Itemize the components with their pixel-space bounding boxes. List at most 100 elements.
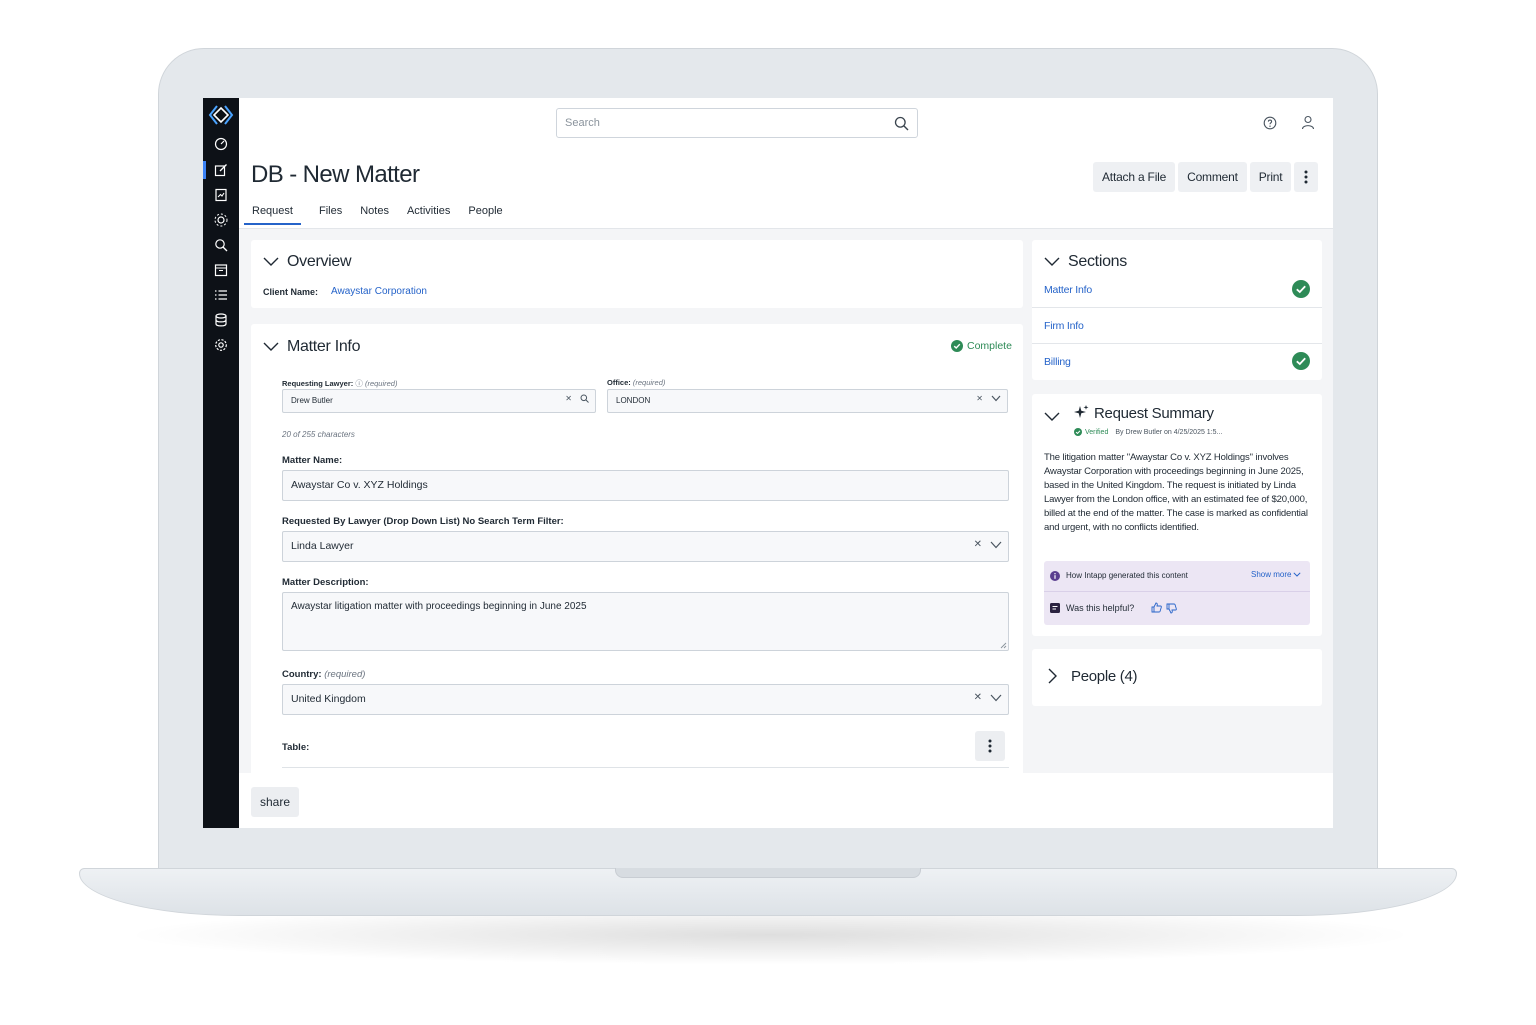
check-circle-icon (951, 340, 963, 352)
attach-file-button[interactable]: Attach a File (1093, 162, 1176, 192)
dashboard-icon[interactable] (211, 135, 231, 153)
more-actions-button[interactable] (1294, 162, 1319, 192)
check-circle-icon (1292, 280, 1310, 298)
search-input[interactable]: Search (556, 108, 918, 138)
field-controls: ✕ (565, 394, 589, 403)
verified-check-icon (1074, 428, 1082, 436)
rail-active-indicator (203, 161, 206, 179)
page-header: DB - New Matter Attach a File Comment Pr… (239, 148, 1333, 229)
office-value: LONDON (616, 396, 651, 405)
request-summary-card: Request Summary Verified By Drew Butler … (1032, 394, 1322, 636)
resize-handle-icon[interactable] (1000, 642, 1007, 649)
chevron-down-icon (1293, 572, 1302, 577)
ai-sparkle-icon (1074, 405, 1089, 418)
tab-bar: Request Files Notes Activities People (244, 203, 503, 225)
search-placeholder: Search (565, 117, 600, 129)
country-label: Country: (required) (282, 669, 365, 680)
show-more-label: Show more (1251, 570, 1292, 579)
description-textarea[interactable]: Awaystar litigation matter with proceedi… (282, 592, 1009, 651)
description-value: Awaystar litigation matter with proceedi… (291, 601, 587, 612)
clear-icon[interactable]: ✕ (976, 394, 983, 403)
section-item-billing[interactable]: Billing (1032, 344, 1322, 380)
report-icon[interactable] (211, 186, 231, 204)
clear-icon[interactable]: ✕ (974, 692, 982, 703)
field-controls: ✕ (974, 539, 1002, 550)
page-title: DB - New Matter (251, 161, 420, 188)
tab-people[interactable]: People (468, 203, 502, 225)
check-circle-icon (1292, 352, 1310, 370)
thumbs-up-icon[interactable] (1151, 602, 1162, 613)
chevron-down-icon[interactable] (991, 395, 1001, 402)
requested-by-select[interactable]: Linda Lawyer ✕ (282, 531, 1009, 562)
table-menu-button[interactable] (975, 731, 1005, 761)
tab-notes[interactable]: Notes (360, 203, 389, 225)
requesting-lawyer-field[interactable]: Drew Butler ✕ (282, 389, 596, 413)
network-icon[interactable] (211, 211, 231, 229)
print-button[interactable]: Print (1249, 162, 1292, 192)
feedback-icon (1050, 603, 1060, 613)
ai-feedback-box: How Intapp generated this content Show m… (1044, 561, 1310, 625)
edit-icon[interactable] (211, 161, 231, 179)
settings-icon[interactable] (211, 336, 231, 354)
chevron-down-icon[interactable] (990, 541, 1002, 549)
share-button[interactable]: share (251, 787, 299, 817)
people-title: People (4) (1071, 668, 1138, 685)
requesting-lawyer-label: Requesting Lawyer: ⓘ (required) (282, 379, 398, 388)
verified-label: Verified (1085, 428, 1109, 436)
client-name-link[interactable]: Awaystar Corporation (331, 286, 427, 297)
show-more-link[interactable]: Show more (1251, 570, 1302, 579)
chevron-down-icon[interactable] (990, 694, 1002, 702)
chevron-down-icon[interactable] (263, 257, 279, 267)
field-controls: ✕ (976, 394, 1001, 403)
office-label-text: Office: (607, 378, 631, 387)
section-item-label: Firm Info (1044, 320, 1084, 332)
country-select[interactable]: United Kingdom ✕ (282, 684, 1009, 715)
required-marker: (required) (364, 379, 398, 388)
matter-name-label: Matter Name: (282, 455, 343, 466)
screen: Search DB - New Matter Attach a File Com… (203, 98, 1333, 828)
app-main: Search DB - New Matter Attach a File Com… (239, 98, 1333, 828)
section-item-label: Matter Info (1044, 284, 1092, 296)
how-generated-text: How Intapp generated this content (1066, 571, 1188, 580)
sections-title: Sections (1068, 253, 1127, 270)
chevron-down-icon[interactable] (1044, 412, 1060, 422)
laptop-notch (615, 868, 921, 878)
matter-name-value: Awaystar Co v. XYZ Holdings (291, 479, 428, 491)
tab-files[interactable]: Files (319, 203, 342, 225)
comment-button[interactable]: Comment (1178, 162, 1247, 192)
status-text: Complete (967, 340, 1012, 352)
people-card[interactable]: People (4) (1032, 649, 1322, 706)
info-icon (1050, 571, 1060, 581)
section-item-firm-info[interactable]: Firm Info (1032, 308, 1322, 344)
field-controls: ✕ (974, 692, 1002, 703)
app-logo-icon[interactable] (208, 104, 234, 126)
calendar-icon[interactable] (211, 261, 231, 279)
tab-request[interactable]: Request (244, 203, 301, 225)
chevron-down-icon[interactable] (1044, 257, 1060, 267)
help-icon[interactable] (1263, 116, 1277, 130)
chevron-down-icon[interactable] (263, 342, 279, 352)
search-icon[interactable] (580, 394, 589, 403)
requested-by-label: Requested By Lawyer (Drop Down List) No … (282, 516, 564, 527)
summary-title: Request Summary (1094, 405, 1214, 422)
search-icon[interactable] (894, 116, 909, 131)
office-select[interactable]: LONDON ✕ (607, 389, 1008, 413)
country-value: United Kingdom (291, 693, 366, 705)
list-icon[interactable] (211, 286, 231, 304)
tab-activities[interactable]: Activities (407, 203, 450, 225)
status-badge: Complete (951, 340, 1012, 352)
thumbs-down-icon[interactable] (1166, 603, 1177, 614)
chevron-right-icon[interactable] (1048, 668, 1058, 684)
sections-card: Sections Matter Info Firm Info Billing (1032, 240, 1322, 380)
matter-name-input[interactable]: Awaystar Co v. XYZ Holdings (282, 470, 1009, 501)
section-item-matter-info[interactable]: Matter Info (1032, 272, 1322, 308)
character-count: 20 of 255 characters (282, 430, 355, 439)
how-generated-row: How Intapp generated this content Show m… (1044, 561, 1310, 592)
database-icon[interactable] (211, 311, 231, 329)
section-item-label: Billing (1044, 356, 1071, 368)
search-nav-icon[interactable] (211, 236, 231, 254)
user-icon[interactable] (1301, 115, 1315, 130)
clear-icon[interactable]: ✕ (565, 394, 572, 403)
clear-icon[interactable]: ✕ (974, 539, 982, 550)
summary-text: The litigation matter "Awaystar Co v. XY… (1044, 452, 1308, 533)
